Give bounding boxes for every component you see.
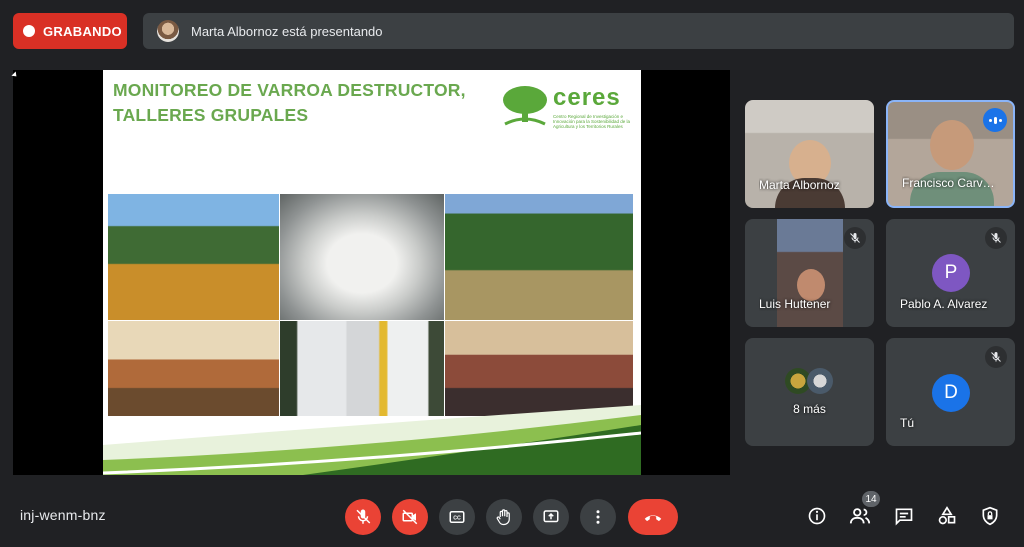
- presenting-banner: Marta Albornoz está presentando: [143, 13, 1014, 49]
- mouse-cursor-icon: [11, 71, 19, 79]
- self-tile[interactable]: D Tú: [886, 338, 1015, 446]
- participant-tile[interactable]: P Pablo A. Alvarez: [886, 219, 1015, 327]
- call-end-icon: [644, 515, 662, 522]
- participant-tile[interactable]: Luis Huttener: [745, 219, 874, 327]
- participant-name: Marta Albornoz: [759, 178, 840, 192]
- recording-label: GRABANDO: [43, 23, 122, 39]
- participant-name: Tú: [900, 416, 915, 430]
- photo-collage: [108, 194, 633, 416]
- photo-varroa-sample: [280, 194, 444, 320]
- participant-initial-avatar: D: [932, 374, 970, 412]
- people-icon: [849, 508, 871, 524]
- top-bar: GRABANDO Marta Albornoz está presentando: [0, 0, 1024, 62]
- slide-title-line-2: TALLERES GRUPALES: [113, 105, 309, 125]
- captions-button[interactable]: CC: [439, 499, 475, 535]
- presenter-avatar: [157, 20, 179, 42]
- mic-off-icon: [985, 227, 1007, 249]
- cc-icon: CC: [449, 511, 465, 523]
- activities-button[interactable]: [935, 504, 959, 528]
- videocam-off-icon: [402, 509, 418, 525]
- logo-word: ceres: [553, 84, 621, 111]
- svg-text:CC: CC: [453, 515, 461, 521]
- participant-name: Luis Huttener: [759, 297, 831, 311]
- present-icon: [543, 510, 559, 523]
- participant-name: Pablo A. Alvarez: [900, 297, 988, 311]
- participant-initial-avatar: P: [932, 254, 970, 292]
- photo-beekeepers-suits: [280, 321, 444, 416]
- slide-title: MONITOREO DE VARROA DESTRUCTOR, TALLERES…: [113, 78, 466, 128]
- presentation-slide: MONITOREO DE VARROA DESTRUCTOR, TALLERES…: [103, 70, 641, 475]
- lock-shield-icon: [982, 506, 998, 526]
- photo-beekeeping-field: [108, 194, 279, 320]
- slide-title-line-1: MONITOREO DE VARROA DESTRUCTOR,: [113, 80, 466, 100]
- participant-tile[interactable]: Marta Albornoz: [745, 100, 874, 208]
- chat-button[interactable]: [892, 504, 916, 528]
- more-options-button[interactable]: [580, 499, 616, 535]
- raise-hand-button[interactable]: [486, 499, 522, 535]
- more-participants-tile[interactable]: 8 más: [745, 338, 874, 446]
- people-button[interactable]: [848, 504, 872, 528]
- mic-off-icon: [356, 509, 371, 524]
- mic-off-button[interactable]: [345, 499, 381, 535]
- ceres-logo: ceres Centro Regional de Investigación e…: [501, 84, 631, 129]
- host-controls-button[interactable]: [978, 504, 1002, 528]
- leave-call-button[interactable]: [628, 499, 678, 535]
- slide-decoration-swoosh: [103, 405, 641, 475]
- participant-thumb-avatar: [807, 368, 833, 394]
- recording-indicator[interactable]: GRABANDO: [13, 13, 127, 49]
- bottom-toolbar: inj-wenm-bnz CC 14: [0, 488, 1024, 547]
- camera-off-button[interactable]: [392, 499, 428, 535]
- presentation-stage: MONITOREO DE VARROA DESTRUCTOR, TALLERES…: [11, 70, 730, 475]
- participant-count-badge: 14: [862, 491, 880, 507]
- mic-off-icon: [844, 227, 866, 249]
- present-button[interactable]: [533, 499, 569, 535]
- photo-beekeepers-hillside: [445, 194, 633, 320]
- shapes-icon: [938, 506, 956, 525]
- photo-workshop-room: [108, 321, 279, 416]
- info-icon: [808, 507, 826, 525]
- presenting-text: Marta Albornoz está presentando: [191, 23, 383, 39]
- meeting-code: inj-wenm-bnz: [20, 507, 106, 523]
- mic-off-icon: [985, 346, 1007, 368]
- more-participants-label: 8 más: [793, 402, 826, 416]
- participant-name: Francisco Carv…: [902, 176, 995, 190]
- speaking-indicator-icon: [983, 108, 1007, 132]
- tree-logo-icon: [503, 86, 547, 126]
- record-dot-icon: [23, 25, 35, 37]
- photo-group-picture: [445, 321, 633, 416]
- participant-video: [930, 120, 974, 170]
- logo-subtitle: Centro Regional de Investigación e Innov…: [553, 114, 631, 129]
- more-vert-icon: [596, 510, 600, 524]
- meeting-details-button[interactable]: [805, 504, 829, 528]
- chat-icon: [895, 508, 913, 526]
- hand-icon: [496, 509, 510, 526]
- participant-tile-active[interactable]: Francisco Carv…: [886, 100, 1015, 208]
